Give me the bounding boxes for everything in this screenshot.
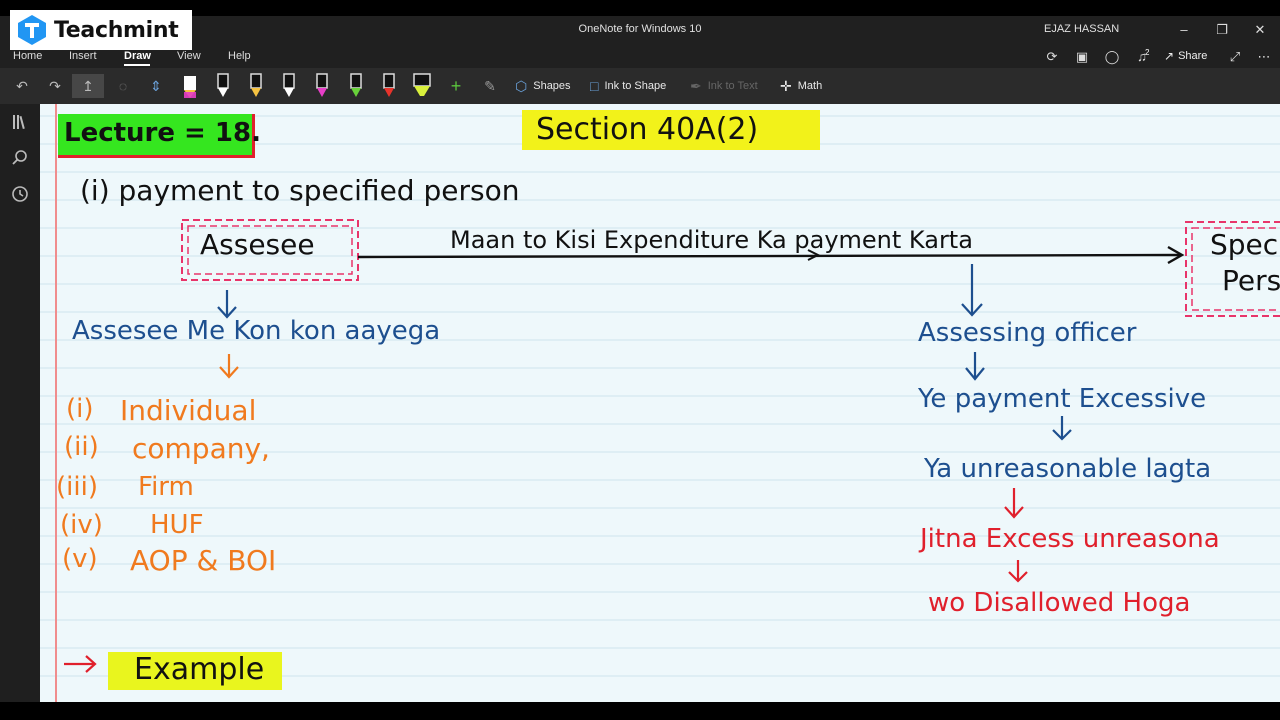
bell-icon[interactable]: ♫ 2	[1133, 48, 1151, 66]
fullscreen-icon[interactable]: ⤢	[1226, 48, 1244, 66]
ao-line-2: Ya unreasonable lagta	[924, 454, 1212, 484]
list-item-2-num: (ii)	[64, 432, 99, 462]
ink-to-text-button[interactable]: ✒ Ink to Text	[690, 76, 758, 96]
menu-help[interactable]: Help	[228, 50, 251, 62]
recent-notes-icon[interactable]	[10, 184, 30, 204]
specified-box-line1: Spec	[1210, 228, 1279, 261]
assesee-includes-text: Assesee Me Kon kon aayega	[72, 316, 441, 346]
ink-to-shape-button[interactable]: □ Ink to Shape	[590, 76, 666, 96]
list-item-1-text: Individual	[120, 394, 257, 427]
specified-box-line2: Pers	[1222, 264, 1280, 297]
ink-to-shape-label: Ink to Shape	[604, 80, 667, 92]
teachmint-logo-icon	[18, 15, 46, 45]
margin-line	[55, 104, 57, 702]
left-navigation-rail	[0, 104, 40, 702]
lightbulb-icon[interactable]: ◯	[1103, 48, 1121, 66]
lasso-select-icon[interactable]: ◌	[112, 74, 134, 98]
notification-badge: 2	[1145, 48, 1150, 57]
list-item-1-num: (i)	[66, 394, 94, 424]
active-tab-indicator	[124, 64, 150, 66]
math-button[interactable]: ✛ Math	[780, 76, 822, 96]
sync-icon[interactable]: ⟳	[1043, 48, 1061, 66]
list-item-4-num: (iv)	[60, 510, 103, 540]
more-options-icon[interactable]: ⋯	[1255, 48, 1273, 66]
ruler-icon[interactable]: ✎	[480, 74, 500, 98]
add-pen-icon[interactable]: +	[446, 74, 466, 98]
notebooks-icon[interactable]	[10, 112, 30, 132]
shapes-button[interactable]: ⬡ Shapes	[515, 76, 571, 96]
menu-view[interactable]: View	[177, 50, 201, 62]
section-title: Section 40A(2)	[536, 112, 759, 147]
pen-yellow-icon[interactable]	[245, 72, 267, 100]
draw-toolbar: ↶ ↷ ↥ ◌ ⇕ + ✎ ⬡ Shapes □ Ink to Shape ✒ …	[0, 68, 1280, 104]
math-icon: ✛	[780, 77, 792, 94]
menu-home[interactable]: Home	[13, 50, 42, 62]
title-bar: OneNote for Windows 10 EJAZ HASSAN – ❐ ✕	[0, 16, 1280, 44]
pen-pink-icon[interactable]	[311, 72, 333, 100]
pen-red-icon[interactable]	[378, 72, 400, 100]
list-item-5-text: AOP & BOI	[130, 544, 277, 577]
add-space-icon[interactable]: ⇕	[145, 74, 167, 98]
type-select-icon[interactable]: ↥	[72, 74, 104, 98]
restore-icon[interactable]: ❐	[1210, 20, 1234, 40]
ao-label: Assessing officer	[918, 318, 1137, 348]
notebook-icon[interactable]: ▣	[1073, 48, 1091, 66]
close-icon[interactable]: ✕	[1248, 20, 1272, 40]
minimize-icon[interactable]: –	[1172, 20, 1196, 40]
search-icon[interactable]	[10, 148, 30, 168]
ao-line-4: wo Disallowed Hoga	[928, 588, 1191, 618]
list-item-4-text: HUF	[150, 510, 204, 540]
list-item-2-text: company,	[132, 432, 270, 465]
share-label: Share	[1178, 50, 1208, 62]
bottom-border	[0, 702, 1280, 720]
undo-icon[interactable]: ↶	[12, 74, 32, 98]
assesee-box-text: Assesee	[200, 228, 315, 261]
list-item-3-text: Firm	[138, 472, 194, 502]
ink-to-shape-icon: □	[590, 78, 599, 94]
example-label: Example	[134, 652, 265, 687]
list-item-5-num: (v)	[62, 544, 98, 574]
heading-text: (i) payment to specified person	[80, 174, 520, 207]
watermark-text: Teachmint	[54, 17, 179, 43]
teachmint-watermark: Teachmint	[10, 10, 192, 50]
lecture-label: Lecture = 18.	[64, 118, 261, 148]
ao-line-1: Ye payment Excessive	[918, 384, 1207, 414]
user-name[interactable]: EJAZ HASSAN	[1044, 23, 1119, 35]
pen-white-icon[interactable]	[212, 72, 234, 100]
ink-to-text-label: Ink to Text	[707, 80, 758, 92]
highlighter-icon[interactable]	[411, 72, 433, 100]
pen-black-icon[interactable]	[278, 72, 300, 100]
redo-icon[interactable]: ↷	[45, 74, 65, 98]
shapes-label: Shapes	[533, 80, 571, 92]
menu-insert[interactable]: Insert	[69, 50, 97, 62]
math-label: Math	[797, 80, 823, 92]
menu-draw[interactable]: Draw	[124, 50, 151, 62]
note-canvas[interactable]: Lecture = 18. Section 40A(2) (i) payment…	[40, 104, 1280, 702]
pencil-icon[interactable]	[179, 72, 201, 100]
arrow-label-text: Maan to Kisi Expenditure Ka payment Kart…	[450, 226, 973, 254]
ao-line-3: Jitna Excess unreasona	[920, 524, 1220, 554]
pen-green-icon[interactable]	[345, 72, 367, 100]
share-icon: ↗	[1164, 49, 1175, 63]
list-item-3-num: (iii)	[56, 472, 98, 502]
share-button[interactable]: ↗ Share	[1164, 49, 1207, 63]
ink-to-text-icon: ✒	[690, 77, 702, 94]
shapes-icon: ⬡	[515, 77, 528, 94]
